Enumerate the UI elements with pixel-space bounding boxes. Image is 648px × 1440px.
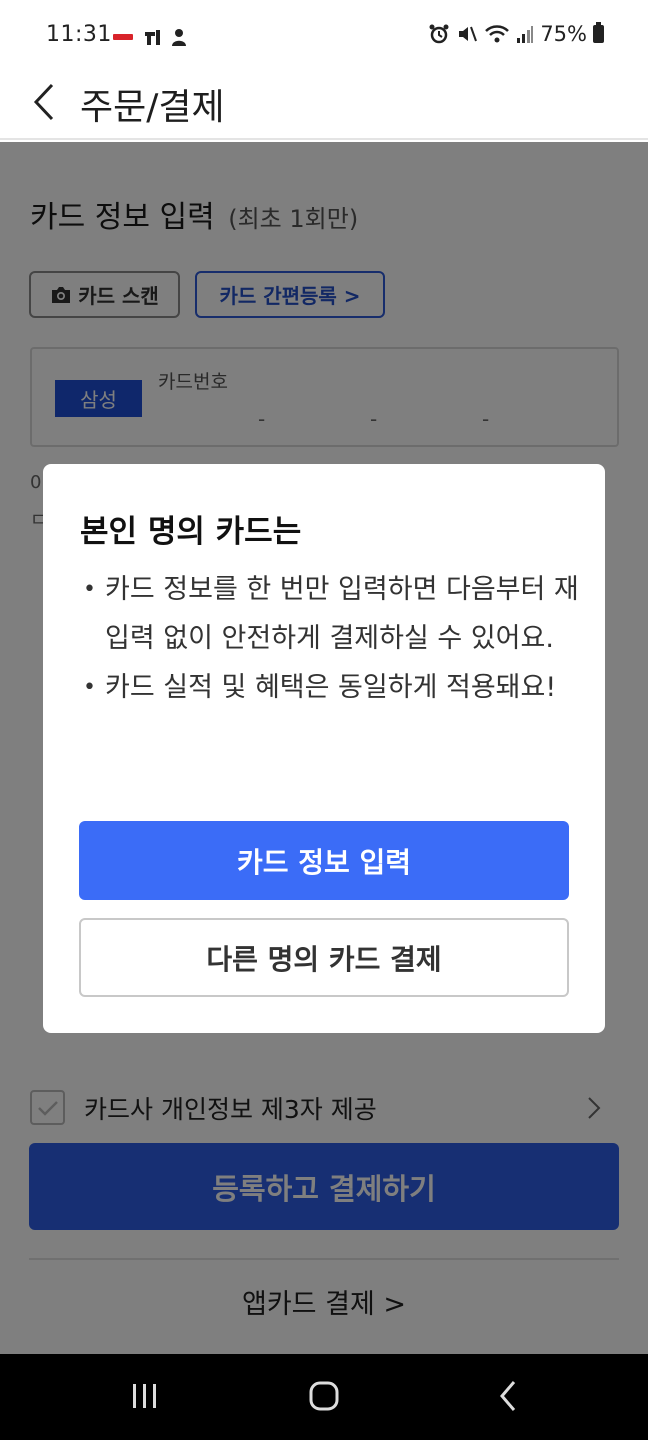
app-notification-icon <box>172 29 186 46</box>
home-button[interactable] <box>294 1374 354 1418</box>
battery-percent: 75% <box>540 22 587 46</box>
back-button[interactable] <box>26 78 62 126</box>
recent-apps-button[interactable] <box>115 1374 175 1418</box>
alarm-icon <box>429 24 449 44</box>
page-title: 주문/결제 <box>80 87 225 128</box>
app-header: 주문/결제 <box>0 72 648 140</box>
status-time: 11:31 <box>46 22 112 47</box>
status-right: 75% <box>428 22 604 46</box>
modal-bullet-item: 카드 정보를 한 번만 입력하면 다음부터 재입력 없이 안전하게 결제하실 수… <box>83 565 583 663</box>
wifi-icon <box>485 25 510 43</box>
back-icon <box>500 1381 516 1411</box>
mute-icon <box>459 26 478 42</box>
app-notification-icon <box>145 30 160 45</box>
modal-bullets: 카드 정보를 한 번만 입력하면 다음부터 재입력 없이 안전하게 결제하실 수… <box>83 565 583 712</box>
recent-apps-icon <box>133 1384 156 1408</box>
system-back-button[interactable] <box>478 1374 538 1418</box>
battery-icon <box>593 22 604 43</box>
enter-card-info-button[interactable]: 카드 정보 입력 <box>79 821 569 900</box>
app-notification-icon <box>113 34 133 40</box>
chevron-left-icon <box>33 83 54 121</box>
home-icon <box>309 1381 339 1411</box>
system-nav-bar <box>0 1354 648 1440</box>
other-name-card-pay-button[interactable]: 다른 명의 카드 결제 <box>79 918 569 997</box>
status-bar: 11:31 75% <box>0 0 648 72</box>
modal-title: 본인 명의 카드는 <box>80 514 302 550</box>
own-card-modal: 본인 명의 카드는 카드 정보를 한 번만 입력하면 다음부터 재입력 없이 안… <box>43 464 605 1033</box>
modal-bullet-item: 카드 실적 및 혜택은 동일하게 적용돼요! <box>83 663 583 712</box>
signal-icon <box>517 26 534 43</box>
notification-icons <box>112 27 188 47</box>
